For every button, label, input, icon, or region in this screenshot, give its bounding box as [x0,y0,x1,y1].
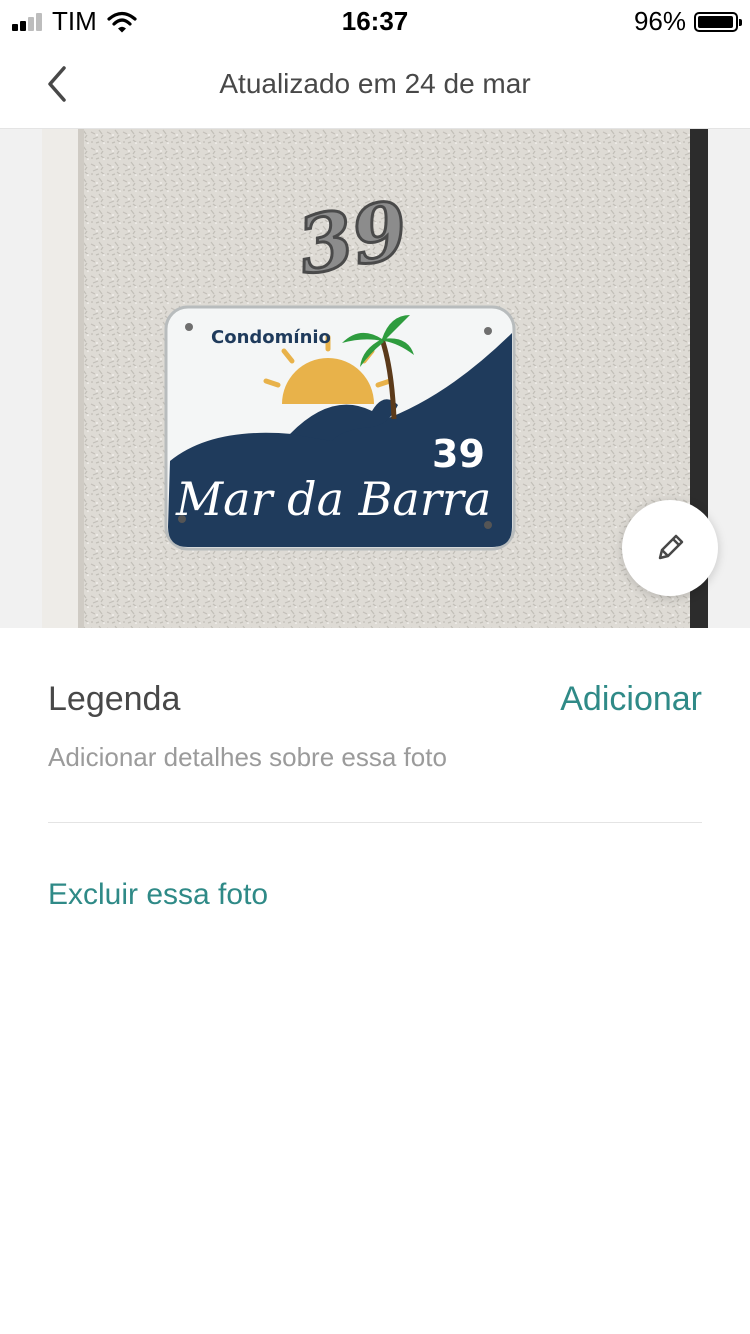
battery-icon [694,11,742,32]
page-title: Atualizado em 24 de mar [219,68,531,99]
divider [48,822,702,823]
house-number: 39 [291,184,414,292]
caption-placeholder: Adicionar detalhes sobre essa foto [48,742,447,772]
edit-photo-button[interactable] [622,500,718,596]
photo-image[interactable]: 39 Condomínio 39 Mar da Barra [42,129,708,628]
pencil-icon [658,534,684,560]
back-button[interactable] [36,62,80,106]
add-caption-button[interactable]: Adicionar [560,680,702,719]
chevron-left-icon [48,66,66,102]
sign-number: 39 [432,432,485,476]
photo-area: 39 Condomínio 39 Mar da Barra [0,129,750,628]
delete-photo-button[interactable]: Excluir essa foto [48,878,268,912]
battery-fill [698,15,733,28]
status-right: 96% [633,6,742,37]
status-bar: TIM 16:37 96% [0,0,750,40]
sign-prefix: Condomínio [211,327,331,348]
nav-header: Atualizado em 24 de mar [0,40,750,129]
caption-row: Legenda Adicionar [48,680,702,724]
caption-label: Legenda [48,680,181,718]
sign-name: Mar da Barra [175,472,491,526]
battery-percent: 96% [633,6,686,36]
